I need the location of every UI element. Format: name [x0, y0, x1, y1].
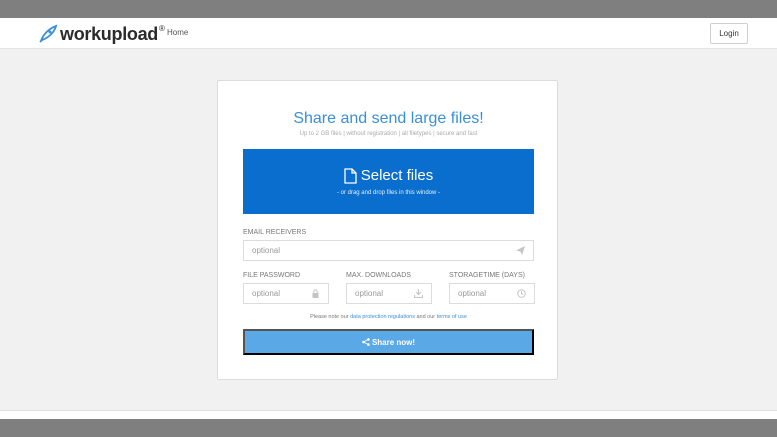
nav-home-link[interactable]: Home	[167, 28, 188, 37]
file-password-field[interactable]: optional	[243, 283, 329, 304]
file-password-label: FILE PASSWORD	[243, 272, 301, 279]
select-files-label: Select files	[360, 167, 434, 184]
email-receivers-field[interactable]: optional	[243, 240, 534, 261]
logo-text: workupload	[60, 23, 159, 44]
legal-notice-middle: and our	[414, 314, 437, 320]
legal-notice: Please note our data protection regulati…	[218, 314, 559, 320]
rocket-logo-icon	[39, 24, 58, 43]
download-icon	[414, 289, 423, 298]
select-files-main: Select files	[243, 167, 534, 184]
lock-icon	[312, 289, 319, 298]
max-downloads-field[interactable]: optional	[346, 283, 432, 304]
max-downloads-label: MAX. DOWNLOADS	[346, 272, 411, 279]
login-button[interactable]: Login	[710, 23, 748, 44]
select-files-hint: - or drag and drop files in this window …	[336, 190, 441, 196]
email-receivers-placeholder: optional	[252, 246, 281, 255]
max-downloads-placeholder: optional	[355, 289, 384, 298]
share-now-label: Share now!	[371, 337, 416, 347]
header: workupload ® Home Login	[0, 18, 777, 49]
upload-card: Share and send large files! Up to 2 GB f…	[217, 80, 558, 380]
storage-time-field[interactable]: optional	[449, 283, 535, 304]
page-subtitle: Up to 2 GB files | without registration …	[299, 131, 478, 137]
logo-registered-mark: ®	[159, 23, 165, 33]
terms-of-use-link[interactable]: terms of use	[437, 314, 467, 320]
page-title: Share and send large files!	[293, 110, 484, 127]
bottom-strip	[0, 419, 777, 437]
file-icon	[344, 167, 357, 184]
storage-time-label: STORAGETIME (DAYS)	[449, 272, 525, 279]
email-receivers-label: EMAIL RECEIVERS	[243, 229, 307, 236]
paper-plane-icon	[516, 246, 525, 255]
clock-icon	[517, 289, 526, 298]
select-files-dropzone[interactable]: Select files - or drag and drop files in…	[243, 149, 534, 214]
share-now-button[interactable]: Share now!	[243, 329, 534, 355]
footer	[0, 410, 777, 419]
storage-time-placeholder: optional	[458, 289, 487, 298]
legal-notice-prefix: Please note our	[310, 314, 351, 320]
logo[interactable]: workupload ®	[37, 22, 165, 46]
data-protection-link[interactable]: data protection regulations	[350, 314, 415, 320]
file-password-placeholder: optional	[252, 289, 281, 298]
top-strip	[0, 0, 777, 18]
share-icon	[362, 338, 370, 346]
